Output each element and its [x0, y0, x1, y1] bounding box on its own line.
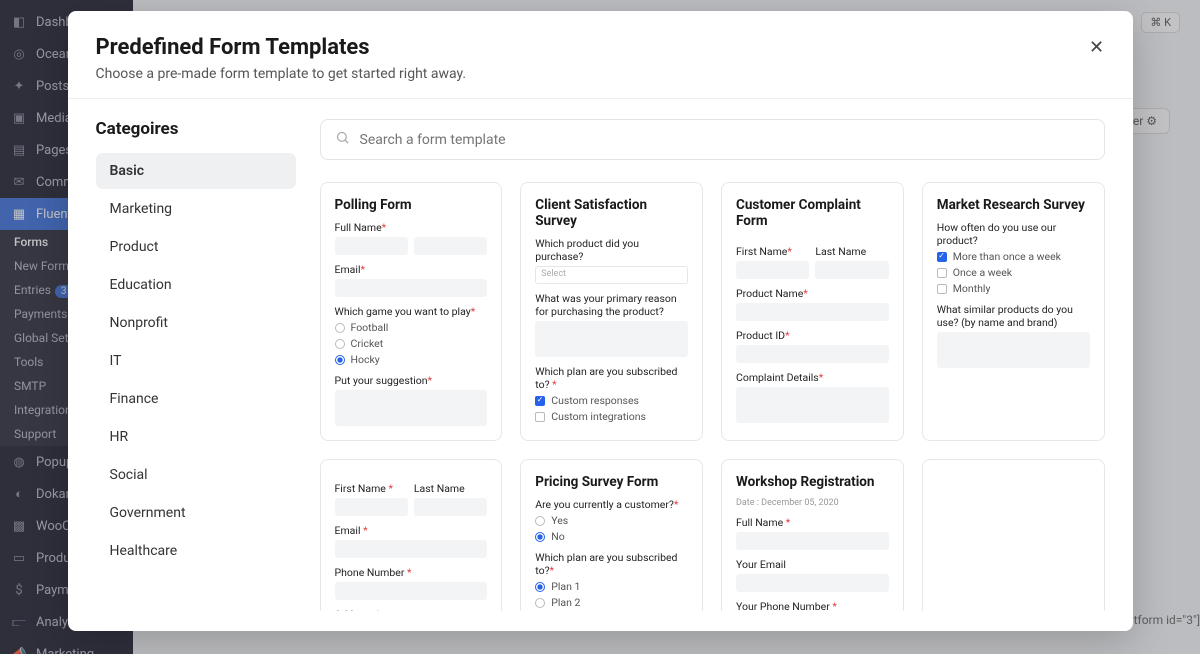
- template-contact[interactable]: First Name * Last Name Email * Phone Num…: [320, 459, 503, 611]
- search-input[interactable]: [360, 132, 1090, 148]
- templates-modal: Predefined Form Templates Choose a pre-m…: [68, 11, 1133, 631]
- close-button[interactable]: ✕: [1083, 33, 1111, 61]
- category-basic[interactable]: Basic: [96, 153, 296, 189]
- category-hr[interactable]: HR: [96, 419, 296, 455]
- categories-panel: Categoires Basic Marketing Product Educa…: [96, 119, 296, 611]
- template-client-satisfaction[interactable]: Client Satisfaction Survey Which product…: [520, 182, 703, 441]
- template-grid: Polling Form Full Name* Email* Which gam…: [320, 182, 1105, 611]
- template-workshop-registration[interactable]: Workshop Registration Date : December 05…: [721, 459, 904, 611]
- card-title: Market Research Survey: [937, 197, 1090, 213]
- category-social[interactable]: Social: [96, 457, 296, 493]
- card-title: Client Satisfaction Survey: [535, 197, 688, 229]
- modal-overlay: Predefined Form Templates Choose a pre-m…: [0, 0, 1200, 654]
- template-placeholder[interactable]: [922, 459, 1105, 611]
- category-government[interactable]: Government: [96, 495, 296, 531]
- categories-heading: Categoires: [96, 119, 296, 139]
- template-market-research[interactable]: Market Research Survey How often do you …: [922, 182, 1105, 441]
- modal-title: Predefined Form Templates: [96, 35, 1105, 60]
- close-icon: ✕: [1089, 37, 1104, 58]
- card-title: Workshop Registration: [736, 474, 889, 490]
- category-finance[interactable]: Finance: [96, 381, 296, 417]
- search-container: [320, 119, 1105, 160]
- modal-subtitle: Choose a pre-made form template to get s…: [96, 66, 1105, 82]
- category-education[interactable]: Education: [96, 267, 296, 303]
- search-icon: [335, 130, 350, 149]
- category-healthcare[interactable]: Healthcare: [96, 533, 296, 569]
- template-pricing-survey[interactable]: Pricing Survey Form Are you currently a …: [520, 459, 703, 611]
- category-marketing[interactable]: Marketing: [96, 191, 296, 227]
- card-title: Polling Form: [335, 197, 488, 213]
- card-title: Pricing Survey Form: [535, 474, 688, 490]
- category-nonprofit[interactable]: Nonprofit: [96, 305, 296, 341]
- card-title: Customer Complaint Form: [736, 197, 889, 229]
- template-customer-complaint[interactable]: Customer Complaint Form First Name* Last…: [721, 182, 904, 441]
- category-it[interactable]: IT: [96, 343, 296, 379]
- template-polling-form[interactable]: Polling Form Full Name* Email* Which gam…: [320, 182, 503, 441]
- category-product[interactable]: Product: [96, 229, 296, 265]
